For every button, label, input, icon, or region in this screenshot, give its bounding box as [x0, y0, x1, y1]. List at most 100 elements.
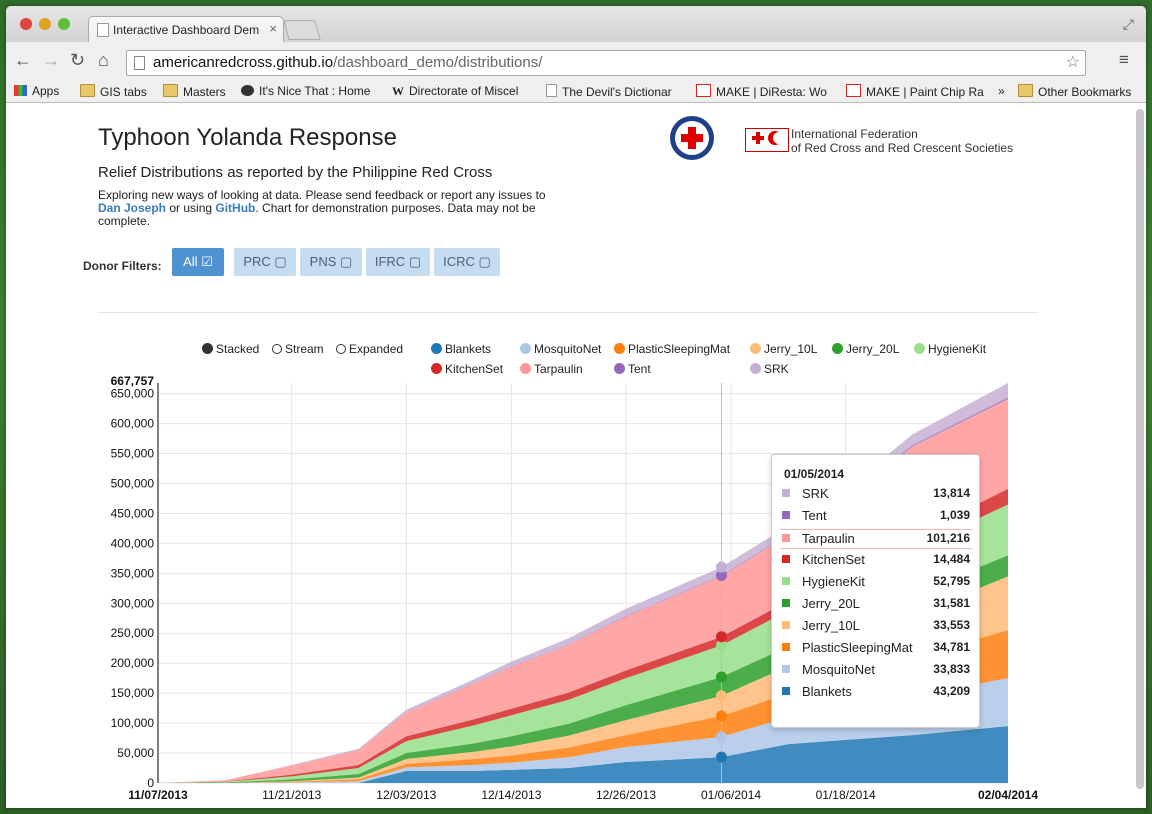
tooltip-series-name: PlasticSleepingMat	[802, 640, 913, 655]
y-max-label: 667,757	[111, 374, 155, 388]
tab-strip: Interactive Dashboard Dem × ⤢	[6, 6, 1146, 43]
url-host: americanredcross.github.io	[153, 54, 334, 71]
tooltip-row: SRK 13,814	[780, 485, 972, 503]
y-tick-label: 300,000	[111, 596, 155, 610]
chart-tooltip: 01/05/2014 SRK 13,814 Tent 1,039 Tarpaulin 10…	[771, 454, 980, 728]
bookmark-gis-tabs[interactable]: GIS tabs	[80, 84, 147, 99]
bookmark-its-nice-that[interactable]: It's Nice That : Home	[241, 84, 370, 98]
x-tick-label: 11/21/2013	[262, 788, 321, 802]
hover-point-kitchenset	[715, 631, 727, 643]
tooltip-value: 13,814	[933, 486, 970, 500]
y-tick-label: 600,000	[111, 417, 155, 431]
tooltip-swatch	[782, 599, 790, 607]
make-icon	[846, 84, 861, 97]
reload-icon[interactable]: ↻	[70, 50, 85, 71]
home-icon[interactable]: ⌂	[98, 50, 109, 71]
tooltip-swatch	[782, 621, 790, 629]
back-icon[interactable]: ←	[14, 50, 32, 71]
tooltip-swatch	[782, 577, 790, 585]
maximize-window-button[interactable]	[58, 18, 70, 30]
tooltip-swatch	[782, 665, 790, 673]
y-tick-label: 650,000	[111, 387, 155, 401]
tooltip-swatch	[782, 555, 790, 563]
tooltip-value: 14,484	[933, 552, 970, 566]
x-tick-label: 12/26/2013	[596, 788, 656, 802]
fullscreen-icon[interactable]: ⤢	[1123, 16, 1134, 33]
page-icon	[546, 84, 557, 97]
tooltip-value: 33,553	[933, 618, 970, 632]
tooltip-series-name: MosquitoNet	[802, 662, 875, 677]
y-tick-label: 400,000	[111, 536, 155, 550]
make-icon	[696, 84, 711, 97]
hover-point-jerry_10l	[715, 690, 727, 702]
x-tick-label: 01/06/2014	[701, 788, 761, 802]
tooltip-swatch	[782, 534, 790, 542]
tooltip-series-name: Tarpaulin	[802, 531, 855, 546]
bookmark-label: MAKE | Paint Chip Ra	[866, 85, 984, 99]
tooltip-value: 101,216	[926, 531, 970, 545]
browser-tab[interactable]: Interactive Dashboard Dem ×	[88, 16, 284, 43]
tooltip-value: 34,781	[933, 640, 970, 654]
y-tick-label: 150,000	[111, 686, 155, 700]
bookmark-masters[interactable]: Masters	[163, 84, 226, 99]
tooltip-row: Tent 1,039	[780, 507, 972, 525]
bookmark-devils-dictionary[interactable]: The Devil's Dictionar	[546, 84, 672, 99]
tooltip-swatch	[782, 643, 790, 651]
hover-point-mosquitonet	[715, 731, 727, 743]
tooltip-series-name: SRK	[802, 486, 829, 501]
bookmark-label: Directorate of Miscel	[409, 84, 519, 98]
y-tick-label: 50,000	[117, 746, 154, 760]
tooltip-series-name: Jerry_20L	[802, 596, 860, 611]
tooltip-date: 01/05/2014	[784, 467, 845, 481]
minimize-window-button[interactable]	[39, 18, 51, 30]
new-tab-button[interactable]	[283, 20, 321, 40]
y-tick-label: 200,000	[111, 656, 155, 670]
bookmark-make-diresta[interactable]: MAKE | DiResta: Wo	[696, 84, 827, 99]
browser-toolbar: ← → ↻ ⌂ americanredcross.github.io/dashb…	[6, 42, 1146, 80]
tooltip-row: Blankets 43,209	[780, 683, 972, 701]
forward-icon[interactable]: →	[42, 50, 60, 71]
hover-point-srk	[715, 561, 727, 573]
tooltip-value: 31,581	[933, 596, 970, 610]
bookmark-label: Masters	[183, 85, 226, 99]
y-tick-label: 350,000	[111, 566, 155, 580]
tooltip-row: PlasticSleepingMat 34,781	[780, 639, 972, 657]
y-tick-label: 550,000	[111, 447, 155, 461]
y-tick-label: 450,000	[111, 506, 155, 520]
y-tick-label: 500,000	[111, 476, 155, 490]
hover-point-blankets	[715, 751, 727, 763]
tooltip-row: MosquitoNet 33,833	[780, 661, 972, 679]
tooltip-row: Jerry_20L 31,581	[780, 595, 972, 613]
tooltip-value: 52,795	[933, 574, 970, 588]
apps-icon	[14, 85, 27, 96]
tooltip-series-name: Blankets	[802, 684, 852, 699]
bookmark-label: It's Nice That : Home	[259, 84, 371, 98]
wikipedia-icon: W	[392, 84, 404, 98]
folder-icon	[80, 84, 95, 97]
bookmark-make-paint-chip[interactable]: MAKE | Paint Chip Ra	[846, 84, 984, 99]
bookmarks-overflow[interactable]: »	[998, 84, 1005, 98]
browser-window: Interactive Dashboard Dem × ⤢ ← → ↻ ⌂ am…	[6, 6, 1146, 808]
x-tick-label: 11/07/2013	[128, 788, 188, 802]
bookmark-apps[interactable]: Apps	[14, 84, 59, 98]
tooltip-row: HygieneKit 52,795	[780, 573, 972, 591]
tooltip-row: Jerry_10L 33,553	[780, 617, 972, 635]
bookmark-directorate[interactable]: W Directorate of Miscel	[392, 84, 518, 99]
close-tab-icon[interactable]: ×	[269, 21, 277, 36]
tooltip-series-name: KitchenSet	[802, 552, 865, 567]
bookmarks-bar: Apps GIS tabs Masters It's Nice That : H…	[6, 80, 1146, 103]
hover-point-jerry_20l	[715, 671, 727, 683]
page-icon	[97, 23, 109, 37]
x-tick-label: 12/03/2013	[376, 788, 436, 802]
url-path: /dashboard_demo/distributions/	[333, 54, 543, 71]
close-window-button[interactable]	[20, 18, 32, 30]
page-icon	[134, 56, 145, 70]
address-bar[interactable]: americanredcross.github.io/dashboard_dem…	[126, 50, 1086, 76]
menu-icon[interactable]: ≡	[1119, 50, 1129, 70]
x-tick-label: 12/14/2013	[481, 788, 541, 802]
bookmark-other[interactable]: Other Bookmarks	[1018, 84, 1131, 99]
star-icon[interactable]: ☆	[1066, 52, 1080, 72]
tooltip-value: 1,039	[939, 508, 970, 522]
tooltip-series-name: Jerry_10L	[802, 618, 860, 633]
tooltip-swatch	[782, 489, 790, 497]
